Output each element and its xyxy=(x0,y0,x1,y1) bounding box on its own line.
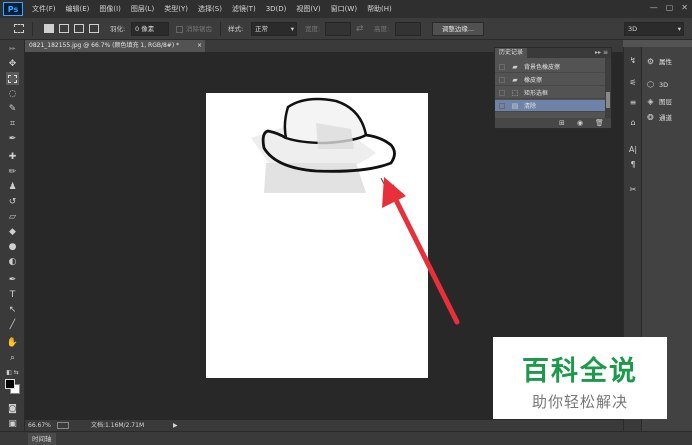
history-panel-header: 历史记录 ▸▸ ≡ xyxy=(495,48,611,58)
history-footer: ⊞ ◉ 🗑 xyxy=(495,118,611,128)
document-info: 文档:1.16M/2.71M xyxy=(91,422,145,429)
panel-menu-icon[interactable]: ▸▸ ≡ xyxy=(595,48,608,58)
layers-icon: ◈ xyxy=(647,96,654,106)
dock-properties-label: 属性 xyxy=(659,58,672,66)
status-menu-arrow[interactable]: ▶ xyxy=(173,420,178,431)
watermark-logo: 百科全说 助你轻松解决 xyxy=(493,337,667,419)
history-item[interactable]: ▰ 背景色橡皮擦 xyxy=(495,61,605,73)
dock-3d-label: 3D xyxy=(659,80,669,89)
swatches-icon[interactable]: ≡ xyxy=(627,97,639,109)
3d-icon: ⬡ xyxy=(647,80,654,89)
history-item-label: 矩形选框 xyxy=(524,90,549,97)
properties-icon: ⚙ xyxy=(646,56,655,66)
zoom-slider-icon[interactable] xyxy=(57,422,69,429)
snapshot-camera-icon[interactable]: ◉ xyxy=(577,119,583,127)
marquee-icon: ⬚ xyxy=(511,88,519,97)
history-checkbox[interactable] xyxy=(499,89,505,96)
history-panel: 历史记录 ▸▸ ≡ ▰ 背景色橡皮擦 ▰ 橡皮擦 ⬚ 矩形选框 ▤ 清除 ⊞ ◉… xyxy=(494,47,612,129)
status-bar: 66.67% 文档:1.16M/2.71M ▶ xyxy=(25,420,623,431)
history-scrollbar[interactable] xyxy=(605,58,611,118)
history-checkbox[interactable] xyxy=(499,102,505,109)
history-item-active[interactable]: ▤ 清除 xyxy=(495,100,605,112)
paragraph-icon[interactable]: ¶ xyxy=(627,159,639,171)
dock-3d[interactable]: ⬡ 3D xyxy=(646,80,668,89)
history-tab[interactable]: 历史记录 xyxy=(495,48,528,58)
scrollbar-thumb[interactable] xyxy=(606,92,610,108)
eraser-icon: ▰ xyxy=(512,75,518,84)
dock-layers[interactable]: ◈ 图层 xyxy=(646,96,672,107)
channels-icon: ❂ xyxy=(647,112,654,122)
history-item-label: 清除 xyxy=(524,103,537,110)
timeline-tab[interactable]: 时间轴 xyxy=(28,433,56,445)
history-item[interactable]: ⬚ 矩形选框 xyxy=(495,87,605,99)
watermark-title: 百科全说 xyxy=(522,356,638,387)
history-item[interactable]: ▰ 橡皮擦 xyxy=(495,74,605,86)
new-document-from-state-icon[interactable]: ⊞ xyxy=(559,119,565,127)
brush-presets-icon[interactable]: ⌂ xyxy=(627,117,639,129)
trash-icon[interactable]: 🗑 xyxy=(595,119,604,127)
eraser-icon: ▰ xyxy=(512,62,518,71)
dock-properties[interactable]: ⚙ 属性 xyxy=(646,56,672,67)
history-checkbox[interactable] xyxy=(499,63,505,70)
character-icon[interactable]: A| xyxy=(627,144,639,156)
history-checkbox[interactable] xyxy=(499,76,505,83)
history-item-label: 背景色橡皮擦 xyxy=(524,64,561,71)
zoom-level[interactable]: 66.67% xyxy=(28,420,51,431)
dock-channels[interactable]: ❂ 通道 xyxy=(646,112,672,123)
watermark-subtitle: 助你轻松解决 xyxy=(531,393,628,411)
dock-layers-label: 图层 xyxy=(659,98,672,106)
timeline-bar: 时间轴 xyxy=(0,431,692,445)
adjustments-icon[interactable]: ⚟ xyxy=(627,77,639,89)
foreground-color-swatch[interactable] xyxy=(5,379,15,389)
paths-icon[interactable]: ↯ xyxy=(627,55,639,67)
tool-presets-icon[interactable]: ✂ xyxy=(627,184,639,196)
deselect-icon: ▤ xyxy=(511,101,519,110)
dock-channels-label: 通道 xyxy=(659,114,672,122)
history-item-label: 橡皮擦 xyxy=(524,77,543,84)
